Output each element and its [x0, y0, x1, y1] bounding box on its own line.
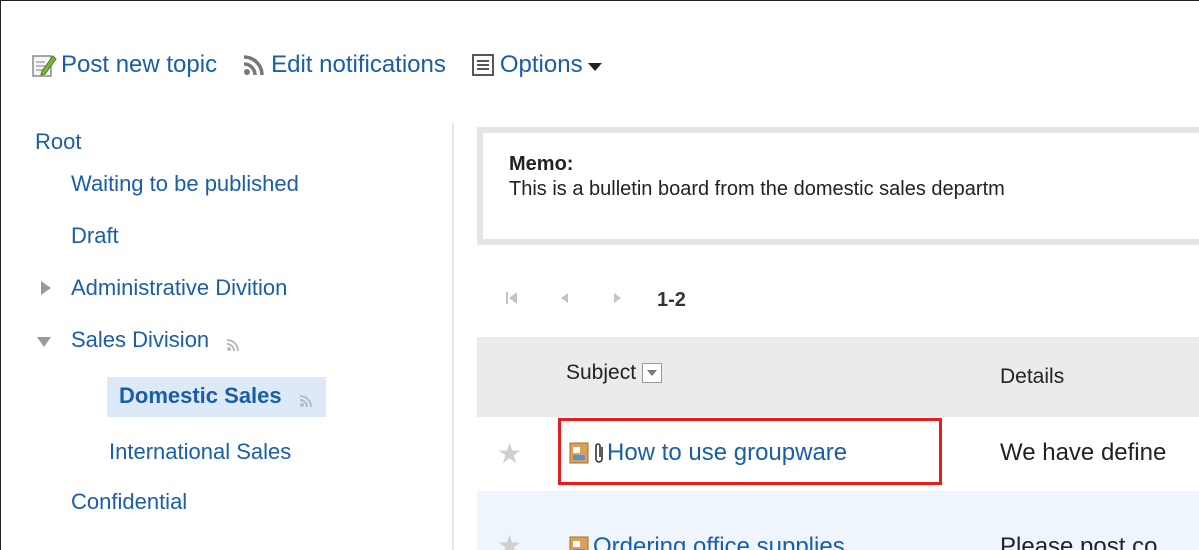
- chevron-down-icon: [587, 62, 602, 71]
- tree-item-sales[interactable]: Sales Division: [71, 327, 241, 353]
- highlight-box: [558, 418, 942, 485]
- topic-details: We have define: [1000, 439, 1167, 466]
- post-new-topic-button[interactable]: Post new topic: [31, 51, 217, 79]
- edit-document-icon: [31, 52, 57, 78]
- post-new-topic-label: Post new topic: [61, 51, 218, 78]
- tree-item-domestic-selected[interactable]: Domestic Sales: [107, 377, 326, 417]
- pagination: 1-2: [505, 285, 686, 315]
- topic-document-icon: [569, 536, 589, 550]
- bulletin-board-frame: Post new topic Edit notifications Option…: [0, 0, 1199, 550]
- column-header-details: Details: [1000, 365, 1065, 388]
- column-header-subject: Subject: [566, 361, 663, 385]
- tree-item-draft[interactable]: Draft: [71, 223, 119, 249]
- subscribed-rss-icon: [298, 389, 314, 408]
- tree-item-root[interactable]: Root: [35, 129, 81, 155]
- collapse-arrow-icon[interactable]: [37, 337, 51, 347]
- edit-notifications-label: Edit notifications: [271, 51, 446, 78]
- expand-arrow-icon[interactable]: [41, 281, 51, 295]
- tree-item-confidential[interactable]: Confidential: [71, 489, 187, 515]
- memo-box: Memo: This is a bulletin board from the …: [477, 127, 1199, 245]
- edit-notifications-button[interactable]: Edit notifications: [241, 51, 446, 79]
- rss-feed-icon: [241, 52, 267, 78]
- toolbar: Post new topic Edit notifications Option…: [31, 45, 626, 85]
- tree-item-international[interactable]: International Sales: [109, 439, 291, 465]
- list-menu-icon: [470, 52, 496, 78]
- star-icon[interactable]: ★: [497, 531, 522, 550]
- star-icon[interactable]: ★: [497, 439, 522, 469]
- topic-subject: Ordering office supplies: [593, 533, 845, 550]
- table-header: Subject Details: [477, 337, 1199, 417]
- column-header-subject-label: Subject: [566, 361, 637, 384]
- first-page-icon[interactable]: [505, 290, 519, 311]
- topic-link[interactable]: Ordering office supplies: [569, 533, 845, 550]
- options-menu-button[interactable]: Options: [470, 51, 602, 79]
- subject-sort-dropdown-button[interactable]: [642, 363, 663, 383]
- tree-item-administrative[interactable]: Administrative Divition: [71, 275, 287, 301]
- topic-details: Please post co: [1000, 533, 1158, 550]
- page-range: 1-2: [657, 288, 686, 311]
- options-label: Options: [499, 51, 583, 78]
- next-page-icon[interactable]: [613, 290, 623, 311]
- tree-item-domestic-label: Domestic Sales: [119, 383, 282, 408]
- tree-item-sales-label: Sales Division: [71, 327, 210, 352]
- tree-item-waiting[interactable]: Waiting to be published: [71, 171, 299, 197]
- previous-page-icon[interactable]: [559, 290, 569, 311]
- memo-title: Memo:: [509, 153, 574, 175]
- table-row: ★ Ordering office supplies Please post c…: [477, 491, 1199, 550]
- memo-text: This is a bulletin board from the domest…: [509, 178, 1005, 200]
- subscribed-rss-icon: [225, 333, 241, 352]
- panel-divider: [452, 123, 454, 550]
